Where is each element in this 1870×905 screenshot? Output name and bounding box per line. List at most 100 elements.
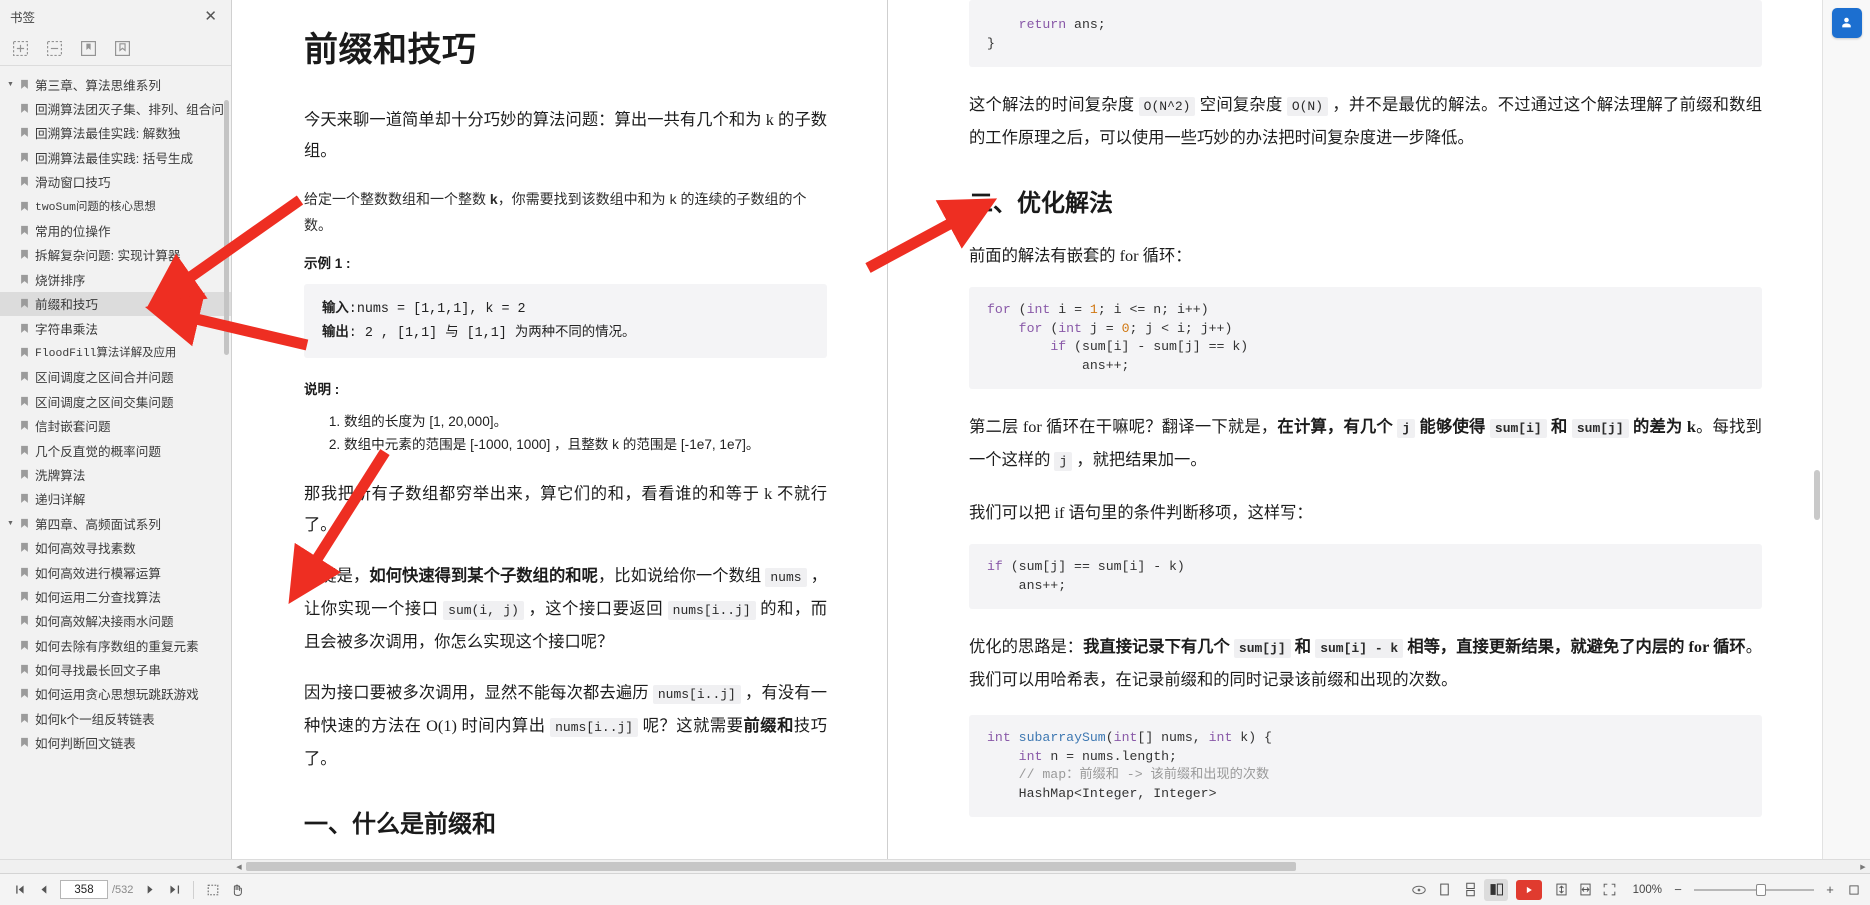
bookmark-icon	[17, 79, 31, 90]
nested-loop-paragraph: 前面的解法有嵌套的 for 循环：	[969, 240, 1762, 271]
first-page-icon[interactable]	[8, 879, 30, 901]
bookmark-item[interactable]: 前缀和技巧	[0, 292, 231, 316]
collapse-all-icon[interactable]	[46, 40, 63, 57]
zoom-reset-icon[interactable]	[1846, 882, 1862, 898]
sidebar-scrollbar-thumb[interactable]	[224, 100, 229, 355]
bookmark-icon	[17, 396, 31, 407]
opt-bold3: 相等，直接更新结果，就避免了内层的 for 循环	[1403, 637, 1745, 656]
optimization-paragraph: 优化的思路是：我直接记录下有几个 sum[j] 和 sum[i] - k 相等，…	[969, 631, 1762, 695]
why-part1: 因为接口要被多次调用，显然不能每次都去遍历	[304, 683, 653, 702]
fit-width-icon[interactable]	[1574, 879, 1596, 901]
prev-page-icon[interactable]	[32, 879, 54, 901]
bookmark-item[interactable]: 如何去除有序数组的重复元素	[0, 633, 231, 657]
hscroll-left-arrow[interactable]: ◀	[232, 860, 246, 873]
next-page-icon[interactable]	[139, 879, 161, 901]
bookmark-item[interactable]: 区间调度之区间交集问题	[0, 389, 231, 413]
inline-code-sum-i: sum[i]	[1490, 419, 1547, 438]
bookmark-item-label: 滑动窗口技巧	[35, 172, 111, 191]
close-icon[interactable]: ✕	[200, 7, 221, 26]
page-number-control[interactable]: /532	[60, 880, 133, 899]
bookmark-item[interactable]: 如何寻找最长回文子串	[0, 657, 231, 681]
zoom-slider-track	[1694, 889, 1814, 891]
account-badge-icon[interactable]	[1832, 8, 1862, 38]
bookmark-item[interactable]: 洗牌算法	[0, 462, 231, 486]
hscroll-right-arrow[interactable]: ▶	[1856, 860, 1870, 873]
bookmark-item[interactable]: 回溯算法团灭子集、排列、组合问题	[0, 96, 231, 120]
bookmark-item[interactable]: 回溯算法最佳实践: 解数独	[0, 121, 231, 145]
bookmark-item-label: 区间调度之区间交集问题	[35, 392, 174, 411]
hscroll-thumb[interactable]	[246, 862, 1296, 871]
bookmark-icon	[17, 176, 31, 187]
opt-part1: 优化的思路是：	[969, 637, 1083, 656]
bookmark-item[interactable]: 如何高效解决接雨水问题	[0, 609, 231, 633]
zoom-out-icon[interactable]: −	[1670, 882, 1686, 898]
last-page-icon[interactable]	[163, 879, 185, 901]
caret-expanded-icon[interactable]: ▼	[4, 520, 17, 527]
example-output-label: 输出	[322, 324, 349, 339]
fit-page-icon[interactable]	[1550, 879, 1572, 901]
continuous-view-icon[interactable]	[1458, 879, 1482, 901]
bookmark-item[interactable]: 常用的位操作	[0, 218, 231, 242]
page-number-input[interactable]	[60, 880, 108, 899]
bookmark-item[interactable]: 如何判断回文链表	[0, 731, 231, 755]
bookmark-item-label: 回溯算法最佳实践: 解数独	[35, 123, 181, 142]
bookmark-item[interactable]: 如何运用二分查找算法	[0, 584, 231, 608]
bookmark-item[interactable]: 字符串乘法	[0, 316, 231, 340]
main-body: 书签 ✕	[0, 0, 1870, 859]
code-block-if-moved: if (sum[j] == sum[i] - k) ans++;	[969, 544, 1762, 609]
code-block-return-ans: return ans; }	[969, 0, 1762, 67]
bookmark-icon	[17, 274, 31, 285]
bookmark-item[interactable]: ▼ 第三章、算法思维系列	[0, 72, 231, 96]
bookmark-item-label: 第三章、算法思维系列	[35, 75, 161, 94]
remove-bookmark-icon[interactable]	[114, 40, 131, 57]
bookmark-item[interactable]: 如何k个一组反转链表	[0, 706, 231, 730]
opt-bold1: 我直接记录下有几个	[1083, 637, 1234, 656]
example-block: 输入:nums = [1,1,1], k = 2 输出: 2 , [1,1] 与…	[304, 284, 827, 358]
bookmark-item[interactable]: 烧饼排序	[0, 267, 231, 291]
bookmark-item[interactable]: 如何高效进行模幂运算	[0, 560, 231, 584]
bookmark-item[interactable]: 回溯算法最佳实践: 括号生成	[0, 145, 231, 169]
add-bookmark-icon[interactable]	[80, 40, 97, 57]
zoom-in-icon[interactable]: +	[1822, 882, 1838, 898]
bookmark-item[interactable]: ▼第四章、高频面试系列	[0, 511, 231, 535]
bookmark-item[interactable]: 几个反直觉的概率问题	[0, 438, 231, 462]
bookmark-item[interactable]: 信封嵌套问题	[0, 413, 231, 437]
zoom-slider[interactable]	[1694, 883, 1814, 897]
document-scrollbar-thumb[interactable]	[1814, 470, 1820, 520]
bookmark-item[interactable]: 区间调度之区间合并问题	[0, 365, 231, 389]
bookmark-item[interactable]: twoSum问题的核心思想	[0, 194, 231, 218]
zoom-slider-knob[interactable]	[1756, 884, 1766, 896]
complexity-part1: 这个解法的时间复杂度	[969, 95, 1139, 114]
bookmark-icon	[17, 347, 31, 358]
second-loop-paragraph: 第二层 for 循环在干嘛呢？翻译一下就是，在计算，有几个 j 能够使得 sum…	[969, 411, 1762, 477]
bookmark-item[interactable]: 递归详解	[0, 487, 231, 511]
bookmark-item-label: 回溯算法团灭子集、排列、组合问题	[35, 99, 225, 118]
bookmark-item-label: 烧饼排序	[35, 270, 85, 289]
presentation-mode-icon[interactable]	[1516, 880, 1542, 900]
bookmark-item[interactable]: 如何运用贪心思想玩跳跃游戏	[0, 682, 231, 706]
caret-expanded-icon[interactable]: ▼	[4, 81, 17, 88]
constraint-item: 数组中元素的范围是 [-1000, 1000] ，且整数 k 的范围是 [-1e…	[344, 433, 827, 456]
page-left: 前缀和技巧 今天来聊一道简单却十分巧妙的算法问题：算出一共有几个和为 k 的子数…	[232, 0, 887, 859]
bookmark-item[interactable]: 拆解复杂问题: 实现计算器	[0, 243, 231, 267]
single-page-view-icon[interactable]	[1432, 879, 1456, 901]
document-viewport[interactable]: 前缀和技巧 今天来聊一道简单却十分巧妙的算法问题：算出一共有几个和为 k 的子数…	[232, 0, 1822, 859]
bookmark-item[interactable]: 如何高效寻找素数	[0, 535, 231, 559]
bookmark-tree[interactable]: ▼ 第三章、算法思维系列回溯算法团灭子集、排列、组合问题回溯算法最佳实践: 解数独…	[0, 66, 231, 859]
rotate-icon[interactable]	[1408, 879, 1430, 901]
bookmark-item[interactable]: 滑动窗口技巧	[0, 170, 231, 194]
fullscreen-icon[interactable]	[1598, 879, 1620, 901]
inline-code-nums: nums	[765, 568, 806, 587]
select-text-icon[interactable]	[202, 879, 224, 901]
page-total-label: /532	[112, 884, 133, 896]
bookmark-icon	[17, 518, 31, 529]
pan-hand-icon[interactable]	[226, 879, 248, 901]
bookmark-item-label: 如何高效解决接雨水问题	[35, 611, 174, 630]
hscroll-track[interactable]	[246, 860, 1856, 873]
expand-all-icon[interactable]	[12, 40, 29, 57]
bookmark-item[interactable]: FloodFill算法详解及应用	[0, 340, 231, 364]
bookmark-icon	[17, 249, 31, 260]
heading-section-two: 二、优化解法	[969, 183, 1762, 218]
bookmark-item-label: 洗牌算法	[35, 465, 85, 484]
facing-pages-view-icon[interactable]	[1484, 879, 1508, 901]
